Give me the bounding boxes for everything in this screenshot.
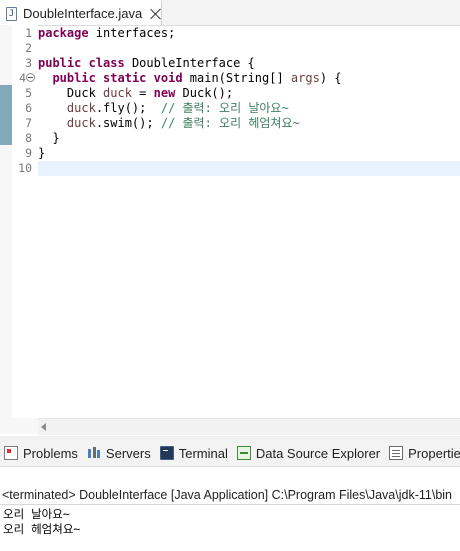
tab-label: Servers	[105, 445, 151, 461]
code-text: interfaces;	[88, 26, 176, 40]
keyword: public	[52, 71, 96, 85]
properties-icon	[389, 446, 404, 460]
local-variable: duck	[66, 116, 96, 130]
line-number: 8	[25, 131, 32, 145]
tab-problems[interactable]: Problems	[0, 440, 83, 466]
tab-servers[interactable]: Servers	[83, 440, 156, 466]
code-text: .fly();	[95, 101, 161, 115]
code-line-6[interactable]: duck.fly(); // 출력: 오리 날아요~	[38, 101, 460, 116]
code-line-10-current[interactable]	[38, 161, 460, 176]
keyword: class	[88, 56, 125, 70]
line-number: 2	[25, 41, 32, 55]
java-file-icon: J	[6, 6, 17, 21]
local-variable: duck	[103, 86, 132, 100]
code-line-7[interactable]: duck.swim(); // 출력: 오리 헤엄쳐요~	[38, 116, 460, 131]
ruler-corner	[0, 418, 38, 434]
editor-tab-bar: J DoubleInterface.java	[0, 0, 460, 26]
close-icon[interactable]	[150, 8, 161, 20]
line-number: 9	[25, 146, 32, 160]
tab-label: Problems	[23, 445, 78, 461]
line-number: 5	[25, 86, 32, 100]
type-name: Duck	[66, 86, 104, 100]
keyword: static	[103, 71, 147, 85]
editor-tab-doubleinterface[interactable]: J DoubleInterface.java	[0, 0, 162, 25]
console-output-line: 오리 날아요~	[3, 507, 70, 521]
tab-label: Properties	[408, 445, 460, 461]
code-line-3[interactable]: public class DoubleInterface {	[38, 56, 460, 71]
console-separator	[0, 504, 460, 505]
tab-data-source-explorer[interactable]: Data Source Explorer	[233, 440, 385, 466]
problems-icon	[4, 446, 18, 460]
line-number: 10	[18, 161, 32, 175]
code-line-5[interactable]: Duck duck = new Duck();	[38, 86, 460, 101]
data-source-explorer-icon	[236, 446, 251, 460]
code-text: Duck();	[175, 86, 234, 100]
bottom-views-tab-bar: Problems Servers Terminal Data Source Ex…	[0, 440, 460, 467]
code-editor[interactable]: package interfaces; public class DoubleI…	[38, 25, 460, 418]
console-view[interactable]: <terminated> DoubleInterface [Java Appli…	[0, 467, 460, 551]
line-number-gutter: 1 2 3 4 5 6 7 8 9 10	[0, 25, 38, 418]
terminal-icon	[159, 446, 174, 460]
code-line-1[interactable]: package interfaces;	[38, 26, 460, 41]
parameter: args	[290, 71, 320, 85]
comment: // 출력: 오리 헤엄쳐요~	[160, 116, 300, 130]
code-line-8[interactable]: }	[38, 131, 460, 146]
local-variable: duck	[66, 101, 96, 115]
console-process-header: <terminated> DoubleInterface [Java Appli…	[2, 488, 452, 502]
console-output-line: 오리 헤엄쳐요~	[3, 522, 81, 536]
code-text: .swim();	[95, 116, 161, 130]
code-text: }	[52, 131, 60, 145]
code-line-9[interactable]: }	[38, 146, 460, 161]
line-number: 4	[19, 71, 26, 85]
code-line-4[interactable]: public static void main(String[] args) {	[38, 71, 460, 86]
code-text: DoubleInterface {	[124, 56, 255, 70]
servers-icon	[86, 446, 101, 460]
line-number: 6	[25, 101, 32, 115]
line-number: 7	[25, 116, 32, 130]
code-text: main(String[]	[182, 71, 291, 85]
code-text: }	[38, 146, 46, 160]
fold-collapse-icon[interactable]	[26, 73, 35, 82]
editor-tab-title: DoubleInterface.java	[22, 6, 143, 21]
code-text: ) {	[319, 71, 342, 85]
line-number: 1	[25, 26, 32, 40]
tab-properties[interactable]: Properties	[385, 440, 460, 466]
keyword: new	[153, 86, 176, 100]
tab-label: Terminal	[178, 445, 228, 461]
tab-label: Data Source Explorer	[255, 445, 381, 461]
keyword: void	[153, 71, 183, 85]
scroll-left-arrow-icon[interactable]	[41, 423, 46, 431]
horizontal-scrollbar[interactable]	[38, 418, 460, 435]
comment: // 출력: 오리 날아요~	[160, 101, 289, 115]
line-number: 3	[25, 56, 32, 70]
keyword: public	[38, 56, 82, 70]
quick-diff-change-bar	[0, 85, 12, 145]
tab-terminal[interactable]: Terminal	[156, 440, 233, 466]
code-text: =	[131, 86, 154, 100]
keyword: package	[38, 26, 89, 40]
